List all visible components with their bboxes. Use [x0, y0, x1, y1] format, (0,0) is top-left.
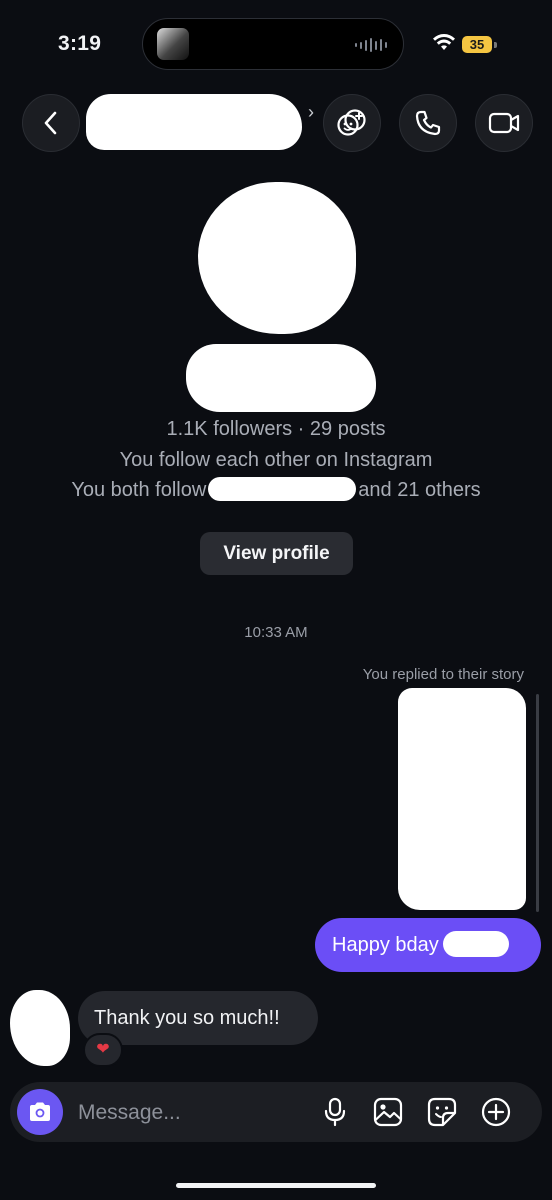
sticker-button[interactable]	[424, 1094, 460, 1130]
profile-avatar-redacted[interactable]	[198, 182, 356, 334]
message-input[interactable]	[76, 1082, 310, 1144]
mutual-prefix: You both follow	[71, 479, 207, 501]
effects-button[interactable]	[323, 94, 381, 152]
status-time: 3:19	[58, 32, 102, 55]
gallery-button[interactable]	[370, 1094, 406, 1130]
voice-message-button[interactable]	[317, 1094, 353, 1130]
battery-indicator: 35	[462, 36, 492, 53]
microphone-icon	[324, 1097, 346, 1127]
audio-call-button[interactable]	[399, 94, 457, 152]
back-button[interactable]	[22, 94, 80, 152]
video-call-button[interactable]	[475, 94, 533, 152]
more-options-button[interactable]	[478, 1094, 514, 1130]
audio-wave-icon	[355, 38, 387, 52]
follow-status: You follow each other on Instagram	[119, 449, 433, 471]
phone-icon	[415, 110, 441, 136]
heart-reaction[interactable]: ❤	[83, 1033, 123, 1067]
chevron-left-icon	[44, 111, 57, 135]
outgoing-message[interactable]: Happy bday	[315, 918, 541, 972]
chevron-right-icon: ›	[308, 102, 314, 122]
home-indicator[interactable]	[176, 1183, 376, 1188]
effects-icon	[337, 109, 366, 136]
contact-name-redacted[interactable]	[86, 94, 302, 150]
image-icon	[373, 1097, 403, 1127]
profile-name-redacted	[186, 344, 376, 412]
outgoing-name-redacted	[442, 930, 509, 957]
wifi-icon	[433, 34, 455, 50]
sender-avatar-redacted[interactable]	[10, 990, 70, 1066]
outgoing-message-text: Happy bday	[332, 934, 439, 956]
profile-stats: 1.1K followers · 29 posts	[166, 418, 386, 440]
story-reply-note: You replied to their story	[362, 666, 524, 683]
now-playing-thumbnail	[157, 28, 189, 60]
view-profile-button[interactable]: View profile	[200, 532, 353, 575]
camera-button[interactable]	[17, 1089, 63, 1135]
video-camera-icon	[488, 112, 520, 134]
chat-header: ›	[0, 94, 552, 156]
dynamic-island[interactable]	[142, 18, 404, 70]
mutual-names-redacted	[208, 476, 357, 501]
mutual-followers: You both follow and 21 others	[0, 476, 552, 502]
camera-icon	[30, 1102, 50, 1121]
mutual-suffix: and 21 others	[358, 479, 481, 501]
message-composer	[10, 1082, 542, 1144]
status-bar: 3:19 35	[0, 0, 552, 80]
add-circle-icon	[481, 1097, 511, 1127]
sticker-icon	[427, 1097, 457, 1127]
story-preview-redacted[interactable]	[398, 688, 526, 910]
battery-cap	[494, 42, 497, 48]
story-reply-bar	[536, 694, 539, 912]
message-timestamp: 10:33 AM	[244, 624, 308, 641]
